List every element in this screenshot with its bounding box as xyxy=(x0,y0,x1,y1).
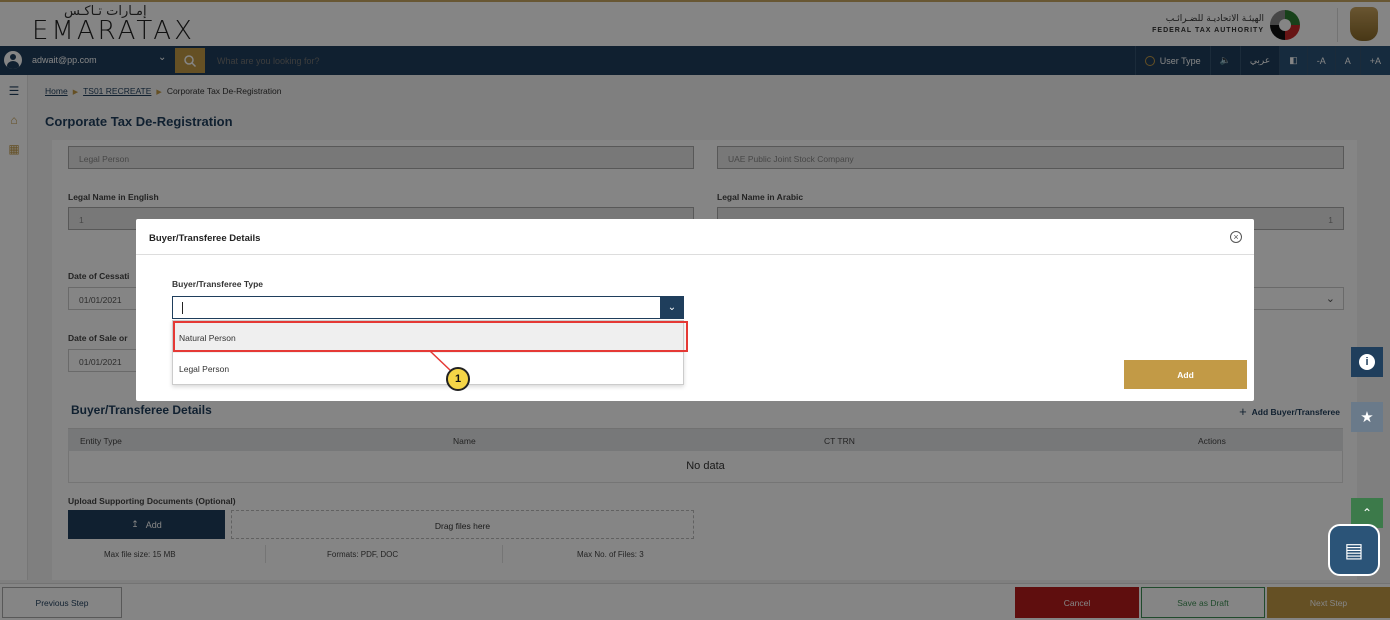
callout-badge: 1 xyxy=(446,367,470,391)
buyer-type-select[interactable]: ⌄ xyxy=(172,296,684,319)
option-legal-person[interactable]: Legal Person xyxy=(173,354,683,384)
star-icon[interactable]: ★ xyxy=(1351,402,1383,432)
chevron-down-icon[interactable]: ⌄ xyxy=(660,296,684,319)
modal-title: Buyer/Transferee Details xyxy=(149,233,261,244)
modal-add-button[interactable]: Add xyxy=(1124,360,1247,389)
close-icon[interactable]: × xyxy=(1230,231,1242,243)
text-cursor xyxy=(182,302,183,314)
modal-divider xyxy=(136,254,1254,255)
buyer-modal: Buyer/Transferee Details × Buyer/Transfe… xyxy=(136,219,1254,401)
buyer-type-label: Buyer/Transferee Type xyxy=(172,279,264,289)
highlight-box xyxy=(173,321,688,352)
info-icon[interactable]: i xyxy=(1351,347,1383,377)
chat-icon[interactable]: ▤ xyxy=(1328,524,1380,576)
